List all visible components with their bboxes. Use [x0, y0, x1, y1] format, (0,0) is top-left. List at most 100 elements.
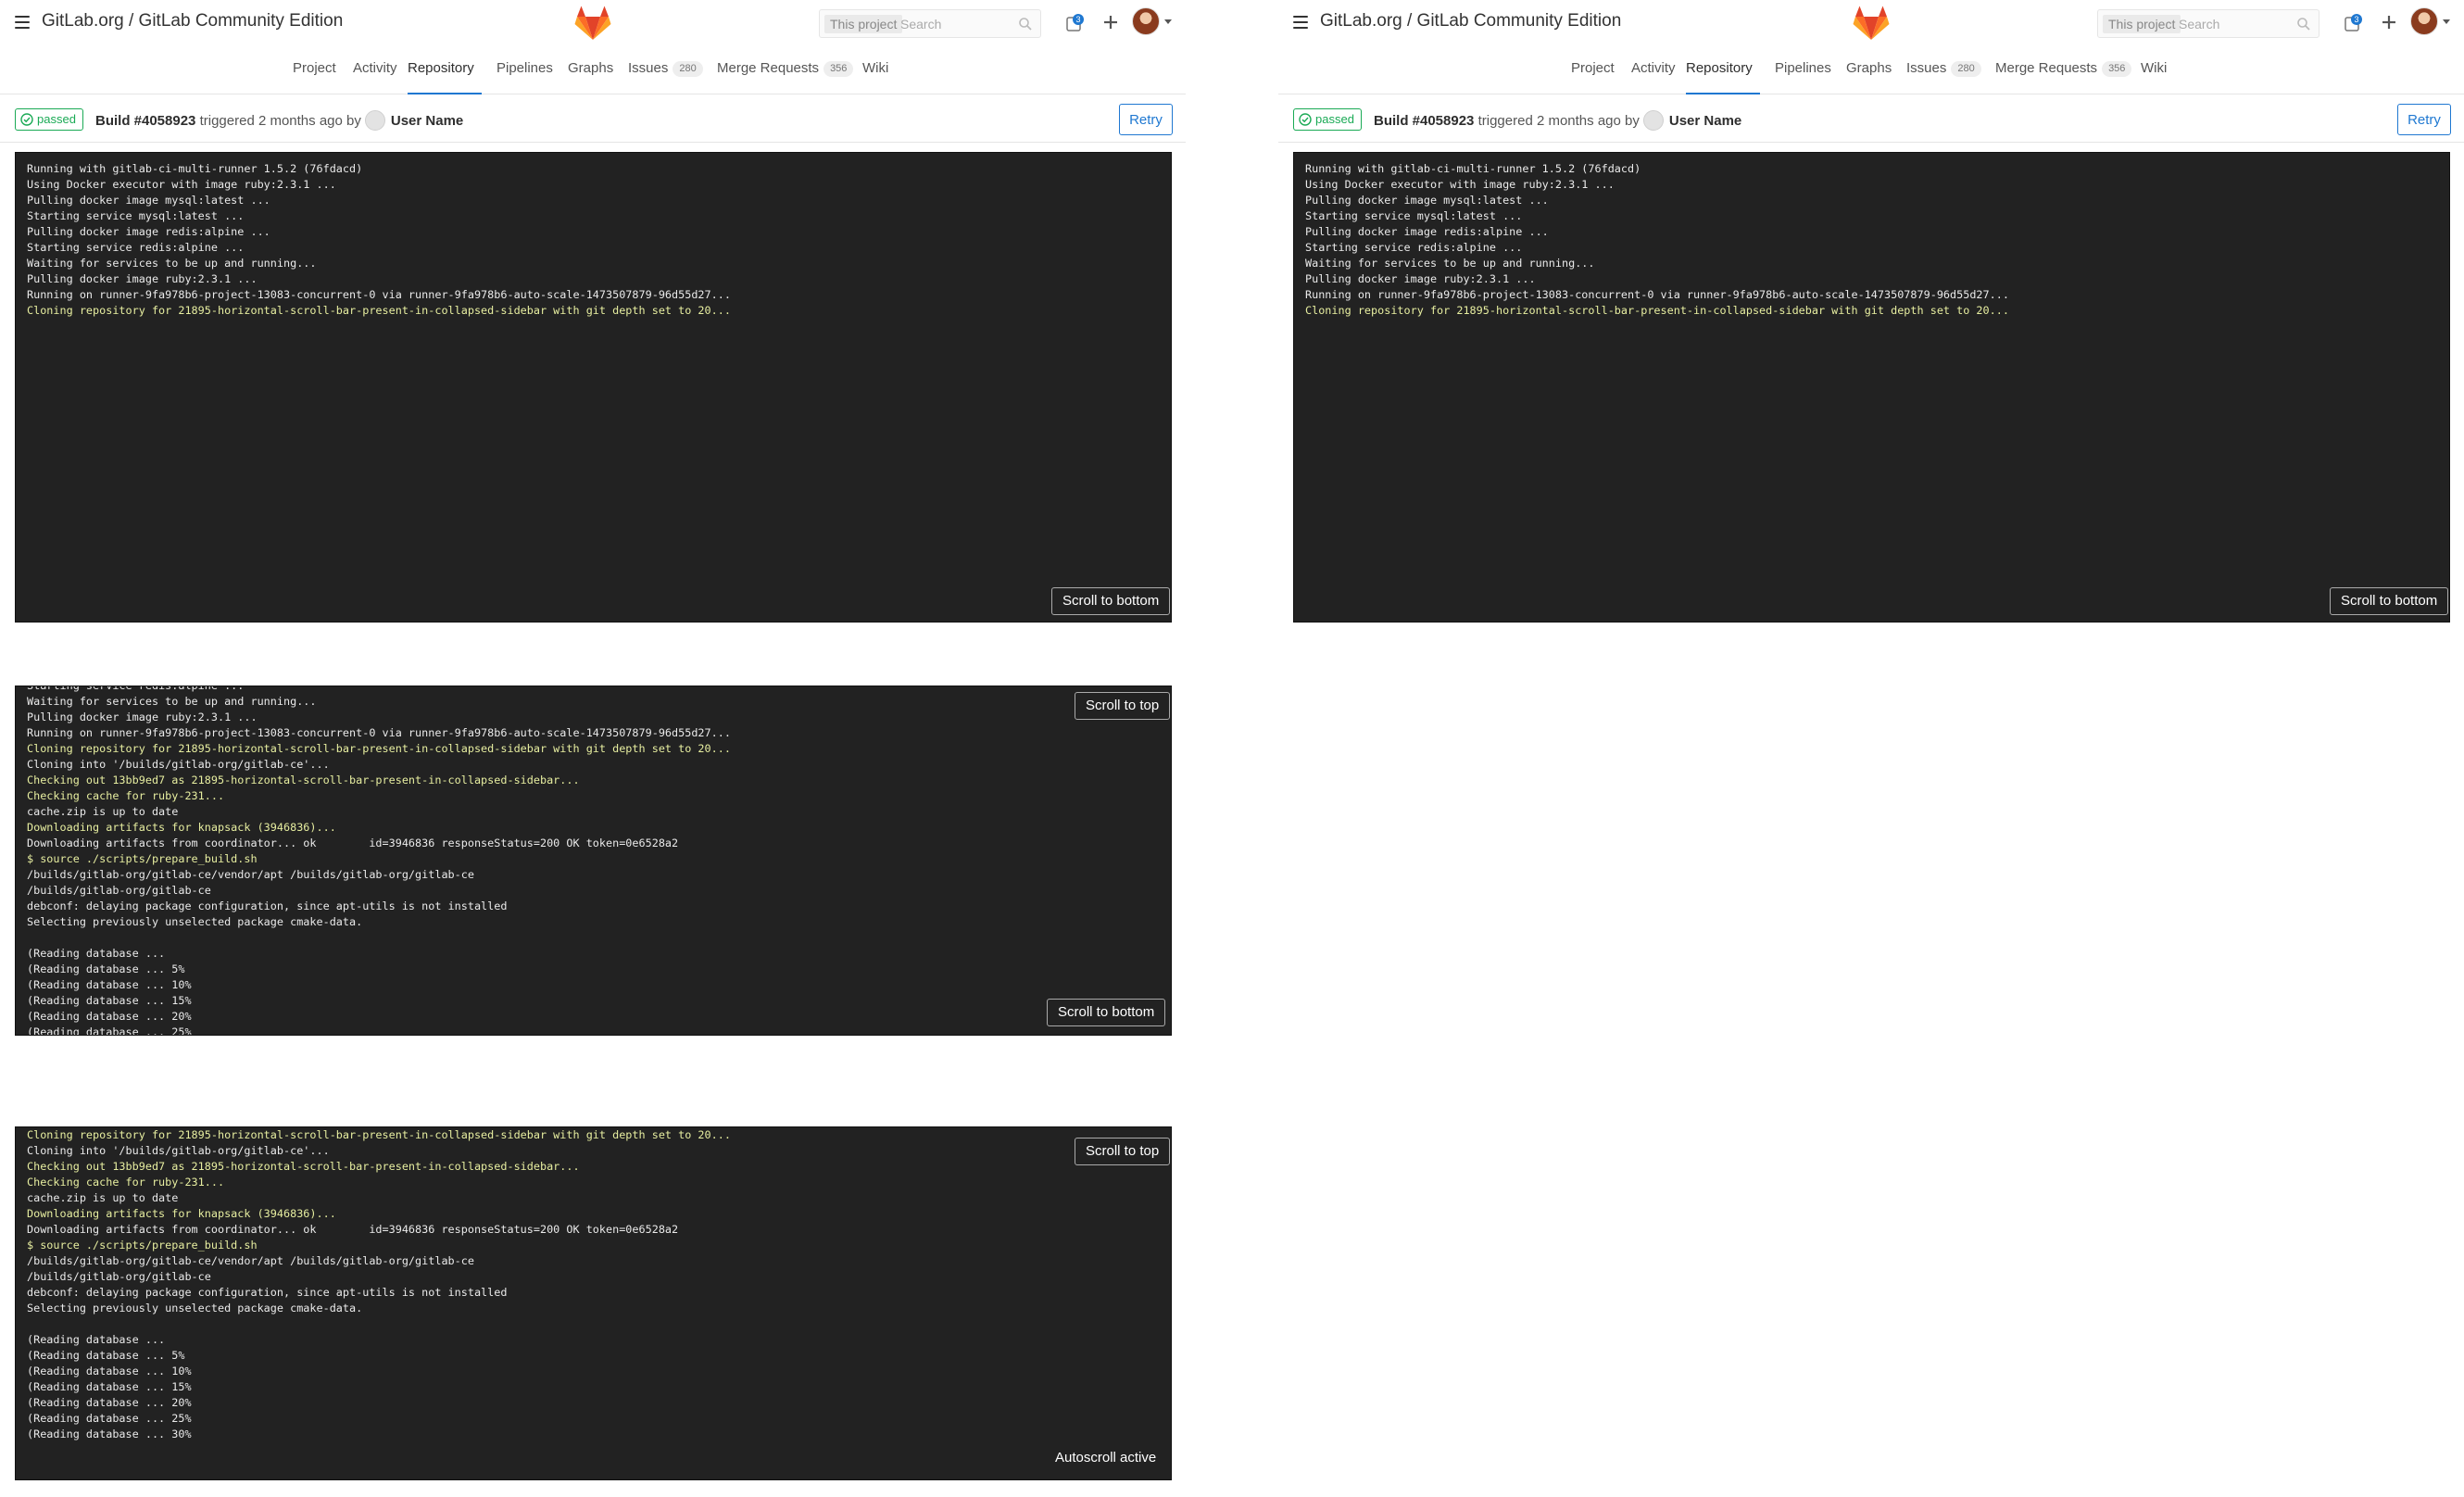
scroll-to-bottom-button[interactable]: Scroll to bottom [1051, 587, 1171, 615]
status-badge[interactable]: passed [1293, 108, 1362, 131]
scroll-to-top-button[interactable]: Scroll to top [1075, 1138, 1171, 1165]
build-log-terminal[interactable]: Running with gitlab-ci-multi-runner 1.5.… [15, 152, 1172, 623]
log-line: Checking out 13bb9ed7 as 21895-horizonta… [27, 774, 580, 786]
log-line: Starting service redis:alpine ... [27, 686, 245, 692]
tab-wiki[interactable]: Wiki [862, 46, 888, 94]
gitlab-logo-icon[interactable] [574, 6, 611, 41]
user-name[interactable]: User Name [391, 113, 463, 129]
build-log: Cloning repository for 21895-horizontal-… [27, 1127, 1160, 1442]
tab-issues[interactable]: Issues 280 [628, 46, 703, 94]
user-avatar[interactable] [364, 110, 385, 131]
avatar [2410, 7, 2438, 35]
log-line: Starting service mysql:latest ... [27, 209, 245, 222]
build-log-terminal-scrolled[interactable]: Starting service redis:alpine ... Waiting… [15, 686, 1172, 1036]
check-circle-icon [20, 113, 33, 126]
app-title[interactable]: GitLab.org / GitLab Community Edition [42, 11, 343, 31]
log-line: Using Docker executor with image ruby:2.… [1305, 178, 1615, 191]
tab-graphs[interactable]: Graphs [568, 46, 613, 94]
log-line: Pulling docker image mysql:latest ... [27, 194, 270, 207]
log-line: Selecting previously unselected package … [27, 1302, 363, 1315]
build-info: Build #4058923 triggered 2 months ago by… [1374, 110, 1741, 131]
log-line: Pulling docker image redis:alpine ... [1305, 225, 1549, 238]
log-line: Waiting for services to be up and runnin… [1305, 257, 1595, 270]
status-label: passed [1315, 112, 1354, 126]
status-label: passed [37, 112, 76, 126]
tab-repository[interactable]: Repository [408, 46, 482, 94]
build-id: Build #4058923 [95, 113, 196, 129]
search-scope-chip[interactable]: This project [824, 15, 903, 33]
log-line: (Reading database ... [27, 947, 166, 960]
tab-pipelines[interactable]: Pipelines [1775, 46, 1831, 94]
log-line: $ source ./scripts/prepare_build.sh [27, 1239, 258, 1252]
tab-merge-requests-label: Merge Requests [1995, 60, 2098, 76]
retry-button[interactable]: Retry [1119, 104, 1173, 135]
app-title[interactable]: GitLab.org / GitLab Community Edition [1320, 11, 1621, 31]
user-menu-avatar[interactable] [2410, 7, 2451, 39]
tab-merge-requests[interactable]: Merge Requests 356 [1995, 46, 2132, 94]
hamburger-menu-icon[interactable] [1293, 16, 1308, 29]
tab-activity[interactable]: Activity [1631, 46, 1676, 94]
build-log-terminal-autoscroll[interactable]: Cloning repository for 21895-horizontal-… [15, 1126, 1172, 1480]
log-line: Cloning into '/builds/gitlab-org/gitlab-… [27, 758, 330, 771]
new-item-plus-icon[interactable] [2379, 12, 2399, 32]
log-line: Waiting for services to be up and runnin… [27, 257, 317, 270]
tab-activity[interactable]: Activity [353, 46, 397, 94]
tab-graphs[interactable]: Graphs [1846, 46, 1892, 94]
log-line: Starting service redis:alpine ... [1305, 241, 1523, 254]
search-input[interactable]: This project Search [2097, 9, 2319, 38]
tab-merge-requests[interactable]: Merge Requests 356 [717, 46, 854, 94]
hamburger-menu-icon[interactable] [15, 16, 30, 29]
log-line: /builds/gitlab-org/gitlab-ce [27, 1270, 211, 1283]
issues-count-badge: 280 [1951, 61, 1981, 77]
log-line: Downloading artifacts from coordinator..… [27, 1223, 679, 1236]
todos-icon[interactable]: 3 [1064, 13, 1085, 33]
todos-icon[interactable]: 3 [2343, 13, 2363, 33]
tab-repository[interactable]: Repository [1686, 46, 1760, 94]
log-line: (Reading database ... 20% [27, 1010, 192, 1023]
tab-project[interactable]: Project [293, 46, 336, 94]
log-line: (Reading database ... 10% [27, 978, 192, 991]
log-line: Starting service redis:alpine ... [27, 241, 245, 254]
top-header: GitLab.org / GitLab Community Edition Th… [1278, 0, 2464, 46]
user-menu-avatar[interactable] [1132, 7, 1173, 39]
tab-merge-requests-label: Merge Requests [717, 60, 820, 76]
tab-project[interactable]: Project [1571, 46, 1615, 94]
tab-wiki[interactable]: Wiki [2141, 46, 2167, 94]
scroll-to-top-button[interactable]: Scroll to top [1075, 692, 1171, 720]
status-badge[interactable]: passed [15, 108, 83, 131]
log-line: (Reading database ... 10% [27, 1365, 192, 1377]
top-header: GitLab.org / GitLab Community Edition Th… [0, 0, 1186, 46]
log-line: (Reading database ... 25% [27, 1412, 192, 1425]
build-log: Running with gitlab-ci-multi-runner 1.5.… [27, 161, 1160, 319]
search-input[interactable]: This project Search [819, 9, 1041, 38]
user-avatar[interactable] [1642, 110, 1664, 131]
tab-pipelines[interactable]: Pipelines [497, 46, 553, 94]
log-line: Cloning into '/builds/gitlab-org/gitlab-… [27, 1144, 330, 1157]
search-scope-chip[interactable]: This project [2103, 15, 2181, 33]
triggered-text: triggered [199, 113, 255, 129]
log-line: /builds/gitlab-org/gitlab-ce [27, 884, 211, 897]
merge-requests-count-badge: 356 [2102, 61, 2132, 77]
log-line: Pulling docker image ruby:2.3.1 ... [27, 272, 258, 285]
gitlab-logo-icon[interactable] [1853, 6, 1890, 41]
log-line: $ source ./scripts/prepare_build.sh [27, 852, 258, 865]
scroll-to-bottom-button[interactable]: Scroll to bottom [2330, 587, 2449, 615]
build-log-terminal[interactable]: Running with gitlab-ci-multi-runner 1.5.… [1293, 152, 2450, 623]
tab-issues[interactable]: Issues 280 [1906, 46, 1981, 94]
triggered-text: triggered [1477, 113, 1533, 129]
build-log: Running with gitlab-ci-multi-runner 1.5.… [1305, 161, 2438, 319]
log-line: Running on runner-9fa978b6-project-13083… [27, 726, 731, 739]
retry-button[interactable]: Retry [2397, 104, 2451, 135]
log-line: /builds/gitlab-org/gitlab-ce/vendor/apt … [27, 1254, 474, 1267]
by-text: by [346, 113, 361, 129]
log-line: (Reading database ... [27, 1333, 166, 1346]
check-circle-icon [1299, 113, 1312, 126]
scroll-to-bottom-button[interactable]: Scroll to bottom [1047, 999, 1166, 1026]
chevron-down-icon [1164, 19, 1172, 24]
build-log: Starting service redis:alpine ... Waiting… [27, 686, 1160, 1035]
tab-issues-label: Issues [1906, 60, 1947, 76]
new-item-plus-icon[interactable] [1100, 12, 1121, 32]
user-name[interactable]: User Name [1669, 113, 1741, 129]
log-line: Cloning repository for 21895-horizontal-… [27, 304, 731, 317]
